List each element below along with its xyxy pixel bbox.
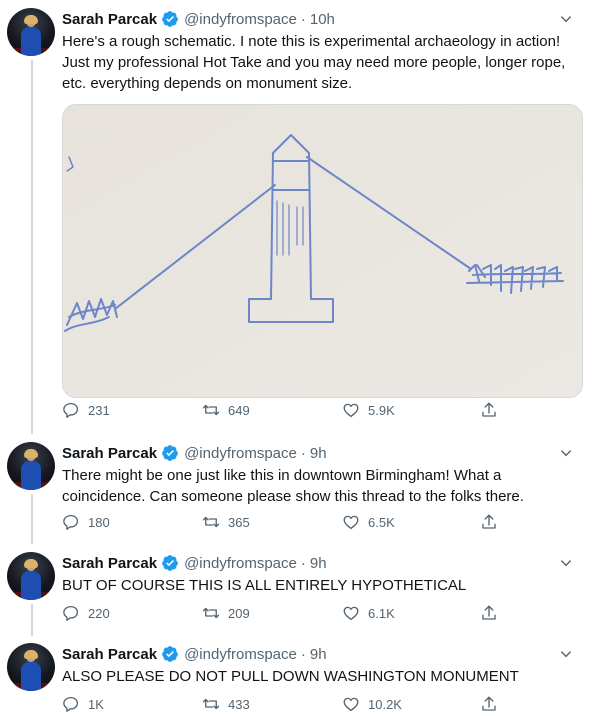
separator: · bbox=[300, 444, 306, 462]
retweet-button[interactable]: 365 bbox=[202, 512, 250, 532]
retweet-icon bbox=[202, 698, 220, 710]
tweet-actions: 180 365 6.5K bbox=[62, 512, 512, 532]
retweet-count: 209 bbox=[228, 605, 250, 621]
like-count: 6.1K bbox=[368, 605, 395, 621]
author-name[interactable]: Sarah Parcak bbox=[62, 11, 157, 28]
reply-button[interactable]: 231 bbox=[62, 400, 110, 420]
reply-count: 231 bbox=[88, 402, 110, 418]
chevron-down-icon[interactable] bbox=[559, 647, 573, 661]
chevron-down-icon[interactable] bbox=[559, 12, 573, 26]
avatar[interactable] bbox=[7, 552, 55, 600]
like-button[interactable]: 10.2K bbox=[342, 694, 402, 714]
verified-badge-icon bbox=[162, 11, 178, 27]
timestamp[interactable]: 9h bbox=[310, 555, 327, 572]
share-icon bbox=[482, 696, 496, 711]
chevron-down-icon[interactable] bbox=[559, 446, 573, 460]
tweet-text: Here's a rough schematic. I note this is… bbox=[62, 33, 570, 92]
share-button[interactable] bbox=[480, 694, 506, 714]
reply-count: 180 bbox=[88, 514, 110, 530]
timestamp[interactable]: 9h bbox=[310, 445, 327, 462]
like-icon bbox=[343, 515, 359, 530]
share-icon bbox=[482, 402, 496, 417]
verified-badge-icon bbox=[162, 555, 178, 571]
retweet-icon bbox=[202, 516, 220, 528]
author-handle[interactable]: @indyfromspace bbox=[184, 11, 297, 28]
tweet-header: Sarah Parcak @indyfromspace · 9h bbox=[62, 643, 587, 665]
reply-count: 220 bbox=[88, 605, 110, 621]
retweet-button[interactable]: 209 bbox=[202, 603, 250, 623]
author-name[interactable]: Sarah Parcak bbox=[62, 555, 157, 572]
retweet-button[interactable]: 649 bbox=[202, 400, 250, 420]
like-count: 6.5K bbox=[368, 514, 395, 530]
retweet-count: 365 bbox=[228, 514, 250, 530]
like-icon bbox=[343, 697, 359, 712]
reply-icon bbox=[63, 514, 79, 530]
retweet-count: 433 bbox=[228, 696, 250, 712]
separator: · bbox=[300, 10, 306, 28]
reply-icon bbox=[63, 696, 79, 712]
author-handle[interactable]: @indyfromspace bbox=[184, 445, 297, 462]
monument-sketch-image bbox=[63, 105, 582, 397]
tweet-header: Sarah Parcak @indyfromspace · 10h bbox=[62, 8, 587, 30]
tweet-text: There might be one just like this in dow… bbox=[62, 467, 524, 505]
thread-connector bbox=[31, 60, 33, 434]
tweet-actions: 220 209 6.1K bbox=[62, 603, 512, 623]
tweet-text: ALSO PLEASE DO NOT PULL DOWN WASHINGTON … bbox=[62, 668, 519, 685]
like-icon bbox=[343, 403, 359, 418]
share-icon bbox=[482, 605, 496, 620]
share-button[interactable] bbox=[480, 512, 506, 532]
author-handle[interactable]: @indyfromspace bbox=[184, 555, 297, 572]
author-name[interactable]: Sarah Parcak bbox=[62, 445, 157, 462]
avatar[interactable] bbox=[7, 442, 55, 490]
tweet-text: BUT OF COURSE THIS IS ALL ENTIRELY HYPOT… bbox=[62, 577, 467, 594]
retweet-icon bbox=[202, 607, 220, 619]
avatar[interactable] bbox=[7, 643, 55, 691]
chevron-down-icon[interactable] bbox=[559, 556, 573, 570]
reply-button[interactable]: 220 bbox=[62, 603, 110, 623]
separator: · bbox=[300, 554, 306, 572]
share-button[interactable] bbox=[480, 400, 506, 420]
like-button[interactable]: 6.5K bbox=[342, 512, 395, 532]
author-name[interactable]: Sarah Parcak bbox=[62, 646, 157, 663]
share-button[interactable] bbox=[480, 603, 506, 623]
tweet-header: Sarah Parcak @indyfromspace · 9h bbox=[62, 552, 587, 574]
retweet-button[interactable]: 433 bbox=[202, 694, 250, 714]
like-button[interactable]: 5.9K bbox=[342, 400, 395, 420]
reply-button[interactable]: 180 bbox=[62, 512, 110, 532]
separator: · bbox=[300, 645, 306, 663]
thread-connector bbox=[31, 604, 33, 636]
author-handle[interactable]: @indyfromspace bbox=[184, 646, 297, 663]
tweet-header: Sarah Parcak @indyfromspace · 9h bbox=[62, 442, 587, 464]
reply-icon bbox=[63, 605, 79, 621]
like-count: 10.2K bbox=[368, 696, 402, 712]
tweet-media-sketch[interactable] bbox=[62, 104, 583, 398]
like-icon bbox=[343, 606, 359, 621]
timestamp[interactable]: 10h bbox=[310, 11, 335, 28]
tweet-actions: 1K 433 10.2K bbox=[62, 694, 512, 714]
reply-icon bbox=[63, 402, 79, 418]
reply-button[interactable]: 1K bbox=[62, 694, 104, 714]
thread-connector bbox=[31, 494, 33, 544]
reply-count: 1K bbox=[88, 696, 104, 712]
verified-badge-icon bbox=[162, 445, 178, 461]
avatar[interactable] bbox=[7, 8, 55, 56]
like-button[interactable]: 6.1K bbox=[342, 603, 395, 623]
retweet-count: 649 bbox=[228, 402, 250, 418]
verified-badge-icon bbox=[162, 646, 178, 662]
retweet-icon bbox=[202, 404, 220, 416]
like-count: 5.9K bbox=[368, 402, 395, 418]
tweet-actions: 231 649 5.9K bbox=[62, 400, 512, 420]
timestamp[interactable]: 9h bbox=[310, 646, 327, 663]
share-icon bbox=[482, 514, 496, 529]
